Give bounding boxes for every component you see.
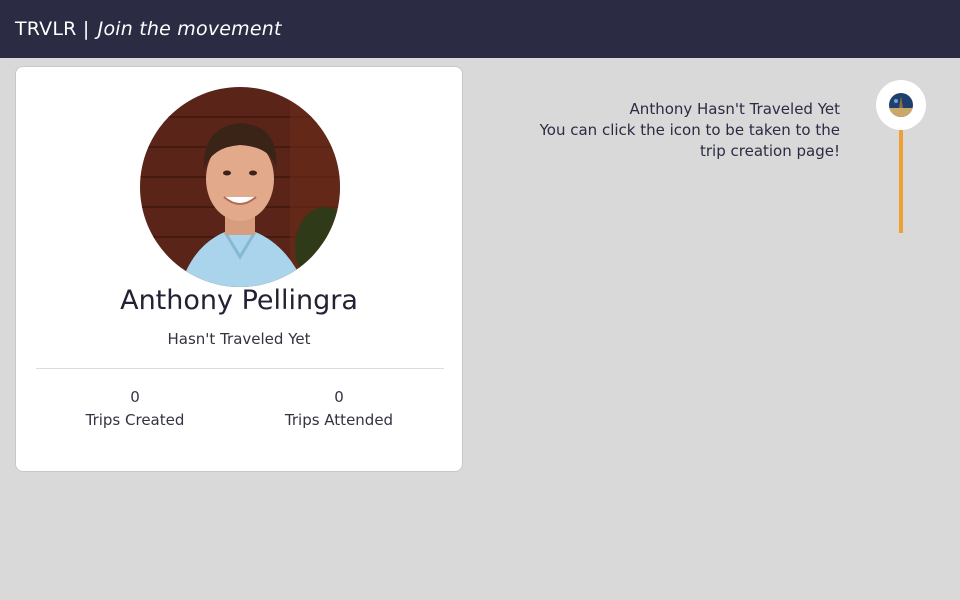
timeline-line xyxy=(899,130,903,233)
stat-label: Trips Created xyxy=(85,411,185,429)
timeline-body: You can click the icon to be taken to th… xyxy=(539,121,840,160)
stat-label: Trips Attended xyxy=(284,411,394,429)
brand-separator: | xyxy=(82,18,90,40)
timeline-message: Anthony Hasn't Traveled Yet You can clic… xyxy=(520,99,840,162)
divider xyxy=(36,368,444,369)
profile-card: Anthony Pellingra Hasn't Traveled Yet 0 … xyxy=(15,66,463,472)
create-trip-button[interactable] xyxy=(876,80,926,130)
brand-logo[interactable]: TRVLR | Join the movement xyxy=(15,18,282,40)
globe-icon xyxy=(889,93,913,117)
brand-tagline: Join the movement xyxy=(97,18,282,40)
stat-value: 0 xyxy=(334,388,344,406)
stat-value: 0 xyxy=(130,388,140,406)
timeline-title: Anthony Hasn't Traveled Yet xyxy=(629,100,840,118)
profile-name: Anthony Pellingra xyxy=(120,285,358,316)
avatar-photo xyxy=(140,87,340,287)
stat-trips-attended: 0 Trips Attended xyxy=(239,387,439,433)
brand-name: TRVLR xyxy=(15,18,77,40)
top-navbar: TRVLR | Join the movement xyxy=(0,0,960,58)
avatar xyxy=(140,87,340,287)
profile-status: Hasn't Traveled Yet xyxy=(167,330,311,348)
stat-trips-created: 0 Trips Created xyxy=(35,387,235,433)
